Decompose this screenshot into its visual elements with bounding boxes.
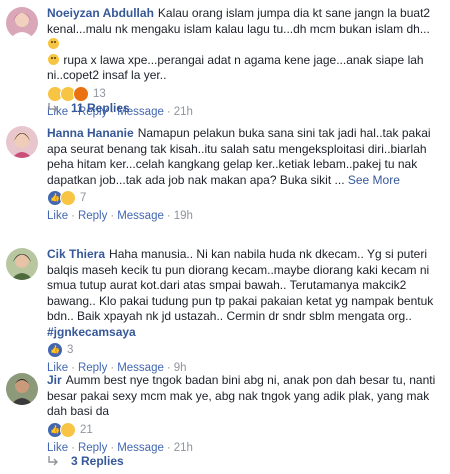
reactions[interactable]: 👍 7 xyxy=(47,190,442,206)
comment-author[interactable]: Jir xyxy=(47,373,62,387)
comment-actions: Like · Reply · Message · 19h xyxy=(47,210,193,222)
comment-text: Noeiyzan Abdullah Kalau orang islam jumpa… xyxy=(47,6,431,82)
haha-reaction-icon xyxy=(60,421,76,438)
timestamp[interactable]: 21h xyxy=(174,106,193,118)
comment-author[interactable]: Noeiyzan Abdullah xyxy=(47,6,154,20)
comment-author[interactable]: Hanna Hananie xyxy=(47,126,134,140)
reactions[interactable]: 👍 3 xyxy=(47,342,442,358)
comment-author[interactable]: Cik Thiera xyxy=(47,247,105,261)
reaction-count: 13 xyxy=(93,87,106,100)
reply-arrow-icon xyxy=(48,456,58,466)
message-link[interactable]: Message xyxy=(117,442,164,454)
avatar[interactable] xyxy=(6,248,38,280)
timestamp[interactable]: 19h xyxy=(174,210,193,222)
reply-link[interactable]: Reply xyxy=(78,210,107,222)
view-replies-link[interactable]: 3 Replies xyxy=(47,454,124,468)
message-link[interactable]: Message xyxy=(117,210,164,222)
angry-reaction-icon xyxy=(73,85,89,102)
timestamp[interactable]: 21h xyxy=(174,442,193,454)
hashtag-link[interactable]: #jgnkecamsaya xyxy=(47,325,136,339)
reply-arrow-icon xyxy=(48,103,58,113)
reactions[interactable]: 13 xyxy=(47,85,442,102)
like-link[interactable]: Like xyxy=(47,442,68,454)
view-replies-link[interactable]: 11 Replies xyxy=(47,101,130,115)
avatar[interactable] xyxy=(6,7,38,39)
avatar[interactable] xyxy=(6,373,38,405)
haha-reaction-icon xyxy=(60,190,76,206)
reaction-count: 21 xyxy=(80,423,93,436)
reply-link[interactable]: Reply xyxy=(78,442,107,454)
like-reaction-icon: 👍 xyxy=(47,342,63,358)
see-more-link[interactable]: See More xyxy=(348,173,400,187)
reactions[interactable]: 👍 21 xyxy=(47,421,442,438)
reaction-count: 3 xyxy=(67,344,74,356)
like-link[interactable]: Like xyxy=(47,210,68,222)
comment-text: Jir Aumm best nye tngok badan bini abg ni… xyxy=(47,373,436,418)
sad-emoji-icon xyxy=(48,53,59,65)
comment-text: Cik Thiera Haha manusia.. Ni kan nabila h… xyxy=(47,247,434,339)
sad-emoji-icon xyxy=(48,38,59,49)
reaction-count: 7 xyxy=(80,192,87,204)
comment-text: Hanna Hananie Namapun pelakun buka sana s… xyxy=(47,126,431,187)
avatar[interactable] xyxy=(6,126,38,158)
